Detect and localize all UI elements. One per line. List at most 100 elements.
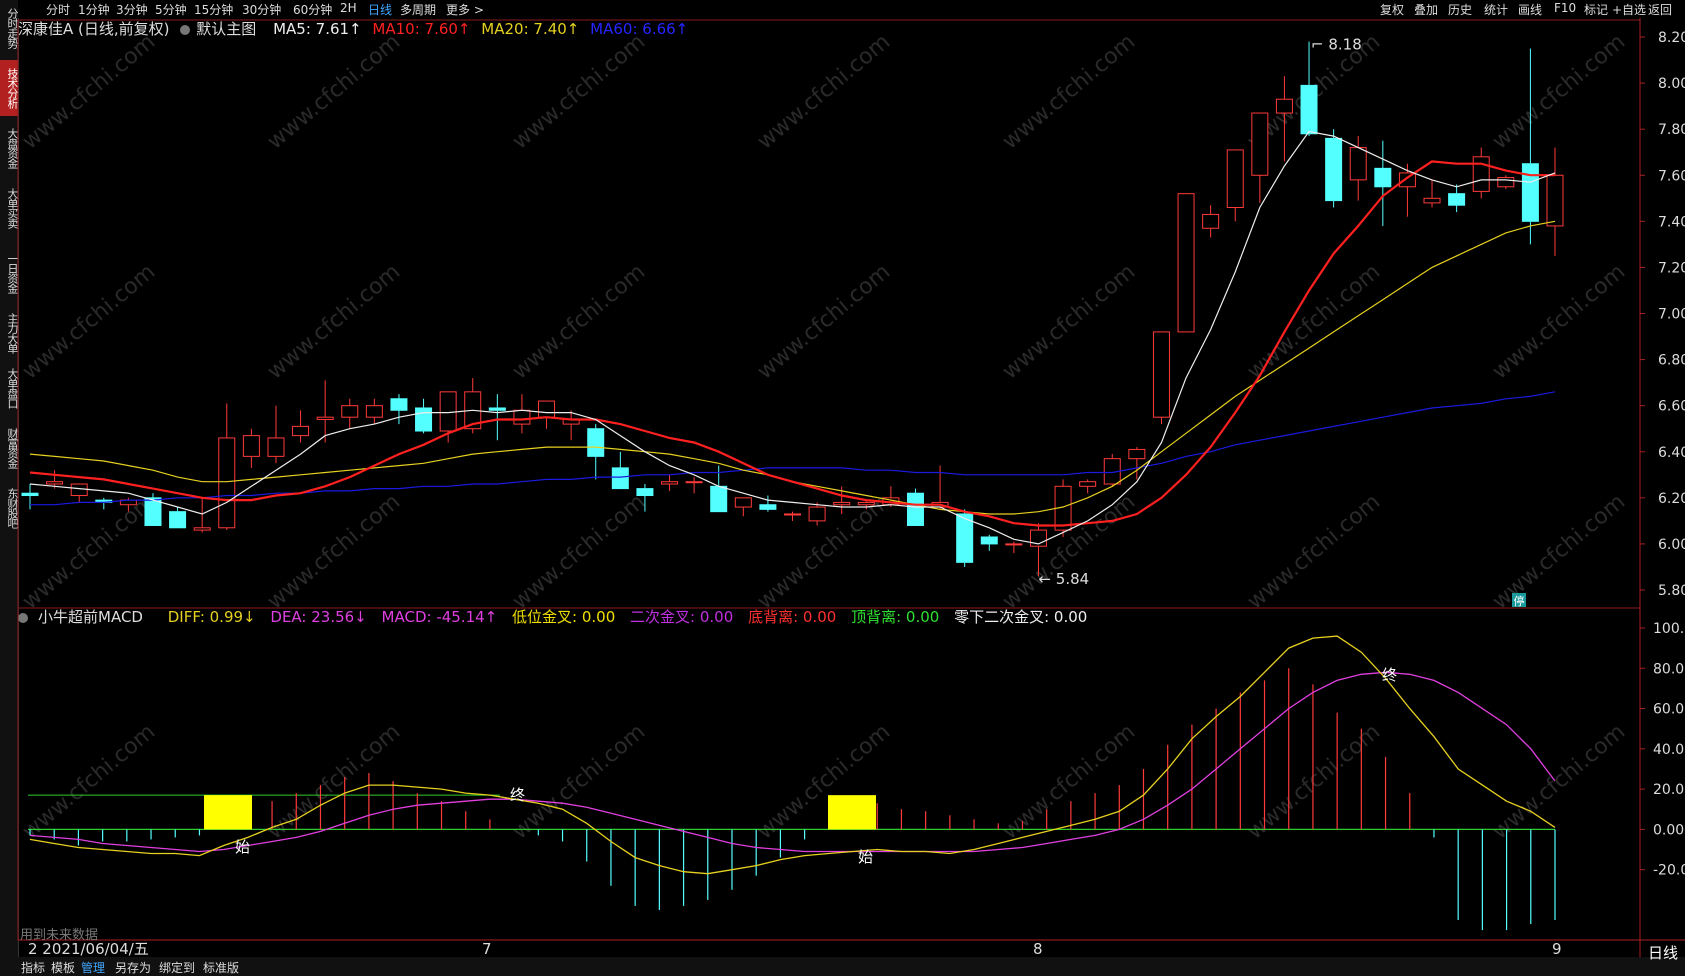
watermark-text: www.cfchi.com bbox=[508, 719, 650, 844]
time-axis-label: 9 bbox=[1552, 940, 1562, 958]
price-axis-label: 5.80 bbox=[1658, 583, 1685, 599]
bottom-tab-4[interactable]: 绑定到 bbox=[159, 959, 195, 976]
bottom-tab-1[interactable]: 模板 bbox=[51, 959, 75, 976]
candle-body[interactable] bbox=[980, 536, 998, 545]
watermark-text: www.cfchi.com bbox=[18, 29, 160, 154]
candle-body[interactable] bbox=[661, 481, 679, 485]
candle-body[interactable] bbox=[1546, 174, 1564, 227]
price-axis-label: 6.40 bbox=[1658, 445, 1685, 461]
stop-marker-label: 停 bbox=[1514, 594, 1525, 608]
watermark-text: www.cfchi.com bbox=[508, 29, 650, 154]
watermark-text: www.cfchi.com bbox=[998, 29, 1140, 154]
candle-body[interactable] bbox=[1521, 163, 1539, 222]
candle-body[interactable] bbox=[218, 437, 236, 529]
candle-body[interactable] bbox=[1152, 331, 1170, 418]
candle-body[interactable] bbox=[636, 488, 654, 497]
candle-body[interactable] bbox=[1177, 193, 1195, 333]
candle-body[interactable] bbox=[1275, 98, 1293, 114]
candle-body[interactable] bbox=[1005, 543, 1023, 546]
macd-axis-label: -20.00 bbox=[1653, 863, 1685, 879]
candle-body[interactable] bbox=[488, 407, 506, 411]
candle-body[interactable] bbox=[365, 405, 383, 418]
candle-body[interactable] bbox=[906, 492, 924, 526]
start-marker: 始 bbox=[858, 848, 873, 866]
watermark-text: www.cfchi.com bbox=[263, 29, 405, 154]
price-axis-label: 6.20 bbox=[1658, 491, 1685, 507]
watermark-text: www.cfchi.com bbox=[18, 259, 160, 384]
watermark-text: www.cfchi.com bbox=[753, 29, 895, 154]
start-marker: 始 bbox=[235, 838, 250, 856]
candle-body[interactable] bbox=[341, 405, 359, 418]
price-axis-label: 7.20 bbox=[1658, 260, 1685, 276]
period-indicator[interactable]: 日线 bbox=[1648, 942, 1678, 963]
bottom-tab-3[interactable]: 另存为 bbox=[115, 959, 151, 976]
candle-body[interactable] bbox=[1325, 137, 1343, 202]
bottom-tab-2[interactable]: 管理 bbox=[81, 959, 105, 976]
candle-body[interactable] bbox=[1448, 193, 1466, 206]
candle-body[interactable] bbox=[242, 435, 260, 457]
candle-body[interactable] bbox=[1300, 84, 1318, 135]
candle-body[interactable] bbox=[1251, 112, 1269, 176]
watermark-text: www.cfchi.com bbox=[263, 259, 405, 384]
watermark-text: www.cfchi.com bbox=[263, 719, 405, 844]
watermark-text: www.cfchi.com bbox=[1488, 29, 1630, 154]
candle-body[interactable] bbox=[46, 481, 64, 485]
end-marker: 终 bbox=[510, 786, 525, 804]
candle-body[interactable] bbox=[833, 501, 851, 506]
candle-body[interactable] bbox=[611, 467, 629, 490]
candle-body[interactable] bbox=[390, 398, 408, 411]
candle-body[interactable] bbox=[710, 485, 728, 513]
watermark-text: www.cfchi.com bbox=[1488, 719, 1630, 844]
candle-body[interactable] bbox=[1079, 481, 1097, 487]
candle-body[interactable] bbox=[1226, 149, 1244, 209]
price-axis-label: 8.20 bbox=[1658, 30, 1685, 46]
candle-body[interactable] bbox=[1497, 177, 1515, 188]
price-axis-label: 7.00 bbox=[1658, 307, 1685, 323]
candle-body[interactable] bbox=[1128, 448, 1146, 460]
candle-body[interactable] bbox=[759, 504, 777, 510]
bottom-tab-0[interactable]: 指标 bbox=[21, 959, 45, 976]
watermark-text: www.cfchi.com bbox=[1488, 489, 1630, 614]
candle-body[interactable] bbox=[267, 437, 285, 457]
candle-body[interactable] bbox=[538, 400, 556, 418]
candle-body[interactable] bbox=[292, 425, 310, 437]
signal-block bbox=[828, 795, 876, 830]
candle-body[interactable] bbox=[685, 481, 703, 484]
watermark-text: www.cfchi.com bbox=[998, 259, 1140, 384]
time-axis-label: 8 bbox=[1033, 940, 1043, 958]
watermark-text: www.cfchi.com bbox=[18, 719, 160, 844]
kline-chart[interactable]: 8.20 8.00 7.80 7.60 7.40 7.20 7.00 6.80 6.60 6.40… bbox=[0, 0, 1685, 976]
price-axis-label: 7.60 bbox=[1658, 168, 1685, 184]
candle-body[interactable] bbox=[1423, 197, 1441, 204]
macd-axis-label: 40.00 bbox=[1653, 742, 1685, 758]
bottom-tab-5[interactable]: 标准版 bbox=[203, 959, 239, 976]
watermark-text: www.cfchi.com bbox=[508, 259, 650, 384]
candle-body[interactable] bbox=[1202, 213, 1220, 229]
candle-body[interactable] bbox=[808, 506, 826, 522]
watermark-text: www.cfchi.com bbox=[1488, 259, 1630, 384]
price-axis-label: 6.60 bbox=[1658, 399, 1685, 415]
watermark-text: www.cfchi.com bbox=[1243, 489, 1385, 614]
macd-axis-label: 0.00 bbox=[1653, 822, 1684, 838]
candle-body[interactable] bbox=[784, 513, 801, 516]
watermark-text: www.cfchi.com bbox=[18, 489, 160, 614]
macd-axis-label: 100.00 bbox=[1653, 621, 1685, 637]
end-marker: 终 bbox=[1382, 666, 1397, 684]
macd-axis-label: 60.00 bbox=[1653, 702, 1685, 718]
candle-body[interactable] bbox=[1472, 156, 1490, 192]
candle-body[interactable] bbox=[193, 527, 211, 531]
candle-body[interactable] bbox=[857, 501, 875, 506]
candle-body[interactable] bbox=[415, 407, 433, 432]
candle-body[interactable] bbox=[21, 492, 39, 497]
candle-body[interactable] bbox=[513, 409, 531, 425]
candle-body[interactable] bbox=[439, 391, 457, 432]
candle-body[interactable] bbox=[587, 428, 605, 457]
candle-body[interactable] bbox=[316, 416, 334, 420]
candle-body[interactable] bbox=[70, 483, 88, 497]
watermark-text: www.cfchi.com bbox=[508, 489, 650, 614]
candle-body[interactable] bbox=[169, 511, 187, 529]
candle-body[interactable] bbox=[1374, 167, 1392, 188]
candle-body[interactable] bbox=[734, 497, 752, 508]
high-price-label: ⌐ 8.18 bbox=[1311, 36, 1362, 54]
candle-body[interactable] bbox=[1349, 147, 1367, 181]
